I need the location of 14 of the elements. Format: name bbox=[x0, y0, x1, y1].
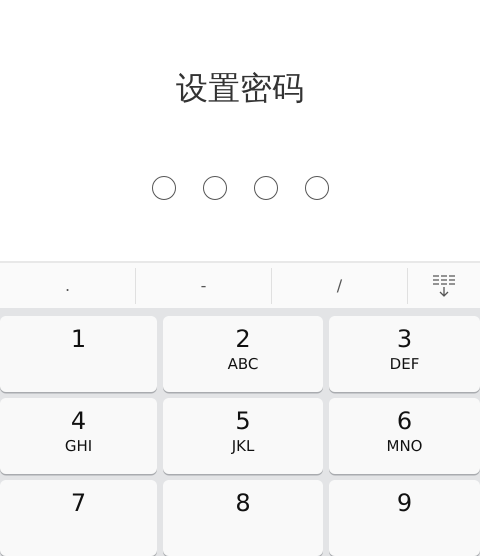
symbol-key[interactable]: - bbox=[136, 268, 272, 304]
symbol-key[interactable]: / bbox=[272, 268, 408, 304]
symbol-key[interactable]: . bbox=[0, 268, 136, 304]
keypad-key[interactable]: 8 bbox=[163, 480, 323, 556]
keypad-key[interactable]: 3 DEF bbox=[329, 316, 480, 392]
keypad-key[interactable]: 7 bbox=[0, 480, 157, 556]
keypad-key[interactable]: 4 GHI bbox=[0, 398, 157, 474]
keypad-key[interactable]: 9 bbox=[329, 480, 480, 556]
keypad-key[interactable]: 2 ABC bbox=[163, 316, 323, 392]
keypad-key[interactable]: 5 JKL bbox=[163, 398, 323, 474]
keypad-key[interactable]: 6 MNO bbox=[329, 398, 480, 474]
screen-title: 设置密码 bbox=[176, 68, 304, 108]
keypad-key[interactable]: 1 bbox=[0, 316, 157, 392]
hide-keyboard-icon bbox=[431, 274, 457, 298]
